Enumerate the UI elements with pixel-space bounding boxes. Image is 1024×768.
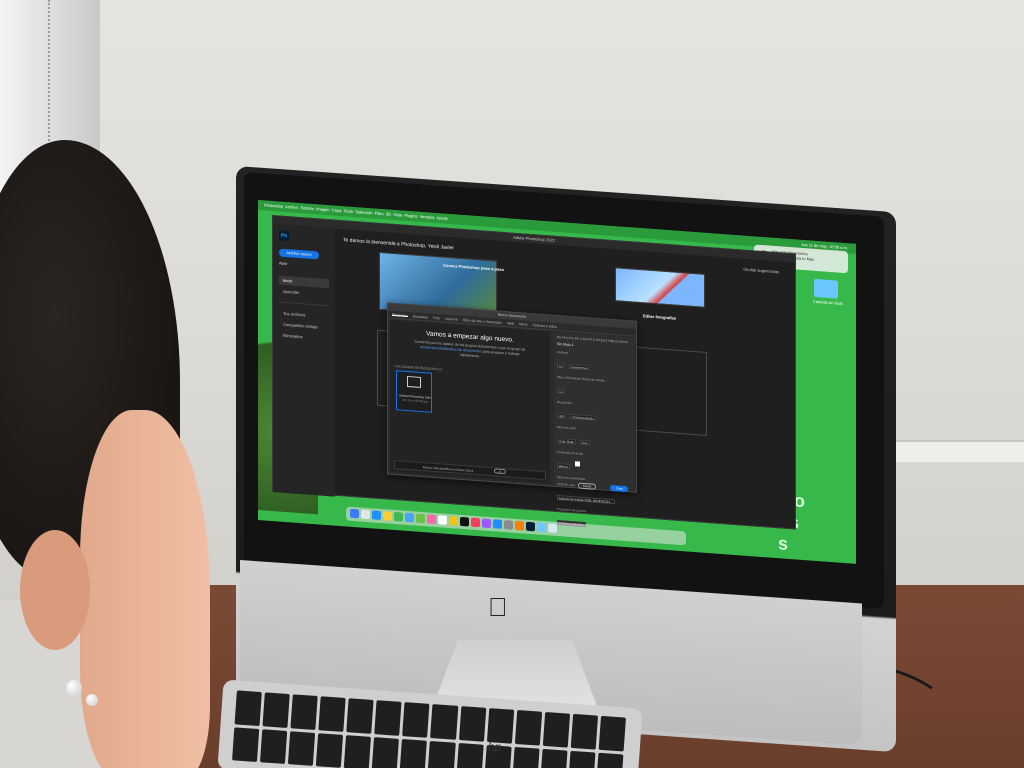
resolution-label: Resolución <box>557 399 572 406</box>
downloads-folder-icon[interactable] <box>537 522 546 533</box>
trash-icon[interactable] <box>548 523 557 533</box>
orientation-label: Orientación <box>565 375 582 381</box>
folder-icon[interactable] <box>814 278 838 299</box>
image-icon <box>407 375 421 388</box>
photoshop-dock-icon[interactable] <box>526 521 535 532</box>
menu-item[interactable]: Selección <box>355 209 372 215</box>
tv-icon[interactable] <box>460 516 469 527</box>
divider <box>279 301 329 307</box>
launchpad-icon[interactable] <box>361 509 370 520</box>
mail-icon[interactable] <box>405 512 414 523</box>
music-icon[interactable] <box>471 517 480 528</box>
app-store-icon[interactable] <box>493 519 502 529</box>
artboards-label: Mesas de trabajo <box>581 376 605 383</box>
menu-item[interactable]: Imagen <box>316 206 329 212</box>
illustrator-icon[interactable] <box>515 520 524 531</box>
menu-item[interactable]: Ayuda <box>436 215 447 221</box>
menu-item[interactable]: Filtro <box>375 211 384 217</box>
width-label: Anchura <box>557 349 569 355</box>
photoshop-window: Adobe Photoshop 2022 Ps Archivo nuevo Ab… <box>272 215 796 530</box>
open-button[interactable]: Abrir <box>279 261 329 270</box>
menu-item[interactable]: Capa <box>332 207 342 213</box>
messages-icon[interactable] <box>394 511 403 522</box>
background-color-swatch[interactable] <box>574 461 580 467</box>
menu-item[interactable]: Edición <box>301 205 314 211</box>
calendar-icon[interactable] <box>438 515 447 525</box>
wallpaper-text-line: s <box>778 533 789 554</box>
width-input[interactable]: 16 <box>557 362 565 369</box>
new-file-button[interactable]: Archivo nuevo <box>279 248 319 260</box>
create-button[interactable]: Crear <box>610 484 629 493</box>
color-mode-label: Modo de color <box>557 424 577 431</box>
hp-logo: hp <box>488 740 502 754</box>
safari-icon[interactable] <box>372 510 381 521</box>
background-label: Contenido de fondo <box>557 449 584 456</box>
menu-item[interactable]: Texto <box>343 208 353 214</box>
menu-item[interactable]: 3D <box>386 211 391 216</box>
ps-sidebar: Ps Archivo nuevo Abrir Inicio Aprender T… <box>273 224 335 497</box>
tab-mobile[interactable]: Móvil <box>519 322 527 327</box>
photos-icon[interactable] <box>427 514 436 525</box>
chrome-icon[interactable] <box>383 511 392 521</box>
earring-icon <box>86 694 98 706</box>
folder-label[interactable]: Carpeta sin título <box>806 298 850 306</box>
height-label: Altura <box>557 374 565 380</box>
resolution-input[interactable]: 300 <box>557 412 567 419</box>
maps-icon[interactable] <box>416 513 425 524</box>
recent-file-slot[interactable] <box>635 346 707 436</box>
sidebar-item-learn[interactable]: Aprender <box>279 287 329 300</box>
pixel-aspect-label: Proporción de píxeles <box>557 506 587 514</box>
face <box>80 410 210 768</box>
menu-item[interactable]: Photoshop <box>264 202 283 208</box>
earring-icon <box>66 680 82 696</box>
menu-item[interactable]: Vista <box>393 212 402 218</box>
settings-icon[interactable] <box>504 520 513 530</box>
tab-film[interactable]: Película y vídeo <box>532 323 557 329</box>
new-document-dialog: Nuevo documento Recientes Guardado Foto … <box>387 302 637 528</box>
tab-web[interactable]: Web <box>507 321 514 326</box>
screen: Photoshop Archivo Edición Imagen Capa Te… <box>258 200 856 564</box>
resolution-unit-select[interactable]: Píxeles/pulgada <box>570 413 596 421</box>
preset-details-pane: DETALLES DE AJUSTES PREESTABLECIDOS Sin … <box>554 331 634 528</box>
edit-photos-card-image[interactable] <box>615 267 705 308</box>
menu-item[interactable]: Ventana <box>420 214 435 220</box>
apple-logo-icon:  <box>488 592 508 623</box>
height-orientation-labels: Altura Orientación Mesas de trabajo <box>557 375 631 384</box>
tab-print[interactable]: Imprimir <box>445 317 458 322</box>
bit-depth-select[interactable]: 8 bit <box>579 439 590 446</box>
stock-go-button[interactable]: Ir <box>494 468 506 475</box>
color-mode-select[interactable]: Color RGB <box>557 437 576 445</box>
ear <box>20 530 90 650</box>
tab-saved[interactable]: Guardado <box>413 314 429 319</box>
finder-icon[interactable] <box>350 508 359 519</box>
dialog-buttons: Cerrar Crear <box>578 473 629 495</box>
edit-photos-card-title[interactable]: Editar fotografías <box>643 313 676 320</box>
notes-icon[interactable] <box>449 516 458 526</box>
color-profile-select[interactable]: Espacio de trabajo RGB: sRGB IEC61... <box>557 494 615 505</box>
person <box>0 140 220 768</box>
tab-photo[interactable]: Foto <box>433 316 440 321</box>
menu-item[interactable]: Archivo <box>285 204 298 210</box>
sidebar-item-deleted[interactable]: Eliminados <box>279 331 329 344</box>
photo-scene:  Photoshop Archivo Edición Imagen Capa … <box>0 0 1024 768</box>
menu-item[interactable]: Plugins <box>404 213 417 219</box>
photoshop-logo-icon: Ps <box>279 230 289 242</box>
podcasts-icon[interactable] <box>482 518 491 529</box>
height-input[interactable]: 12 <box>557 387 565 394</box>
tab-art[interactable]: Obra de arte e ilustración <box>463 318 502 325</box>
recent-item[interactable]: Default Photoshop Size 16 x 12 cm @ 300 … <box>396 370 432 413</box>
tab-recent[interactable]: Recientes <box>392 312 408 318</box>
cancel-button[interactable]: Cerrar <box>578 482 596 490</box>
dialog-left-pane: Vamos a empezar algo nuevo. Comienza por… <box>390 319 550 484</box>
unit-select[interactable]: Centímetros <box>568 363 590 371</box>
background-select[interactable]: Blanco <box>557 462 571 469</box>
